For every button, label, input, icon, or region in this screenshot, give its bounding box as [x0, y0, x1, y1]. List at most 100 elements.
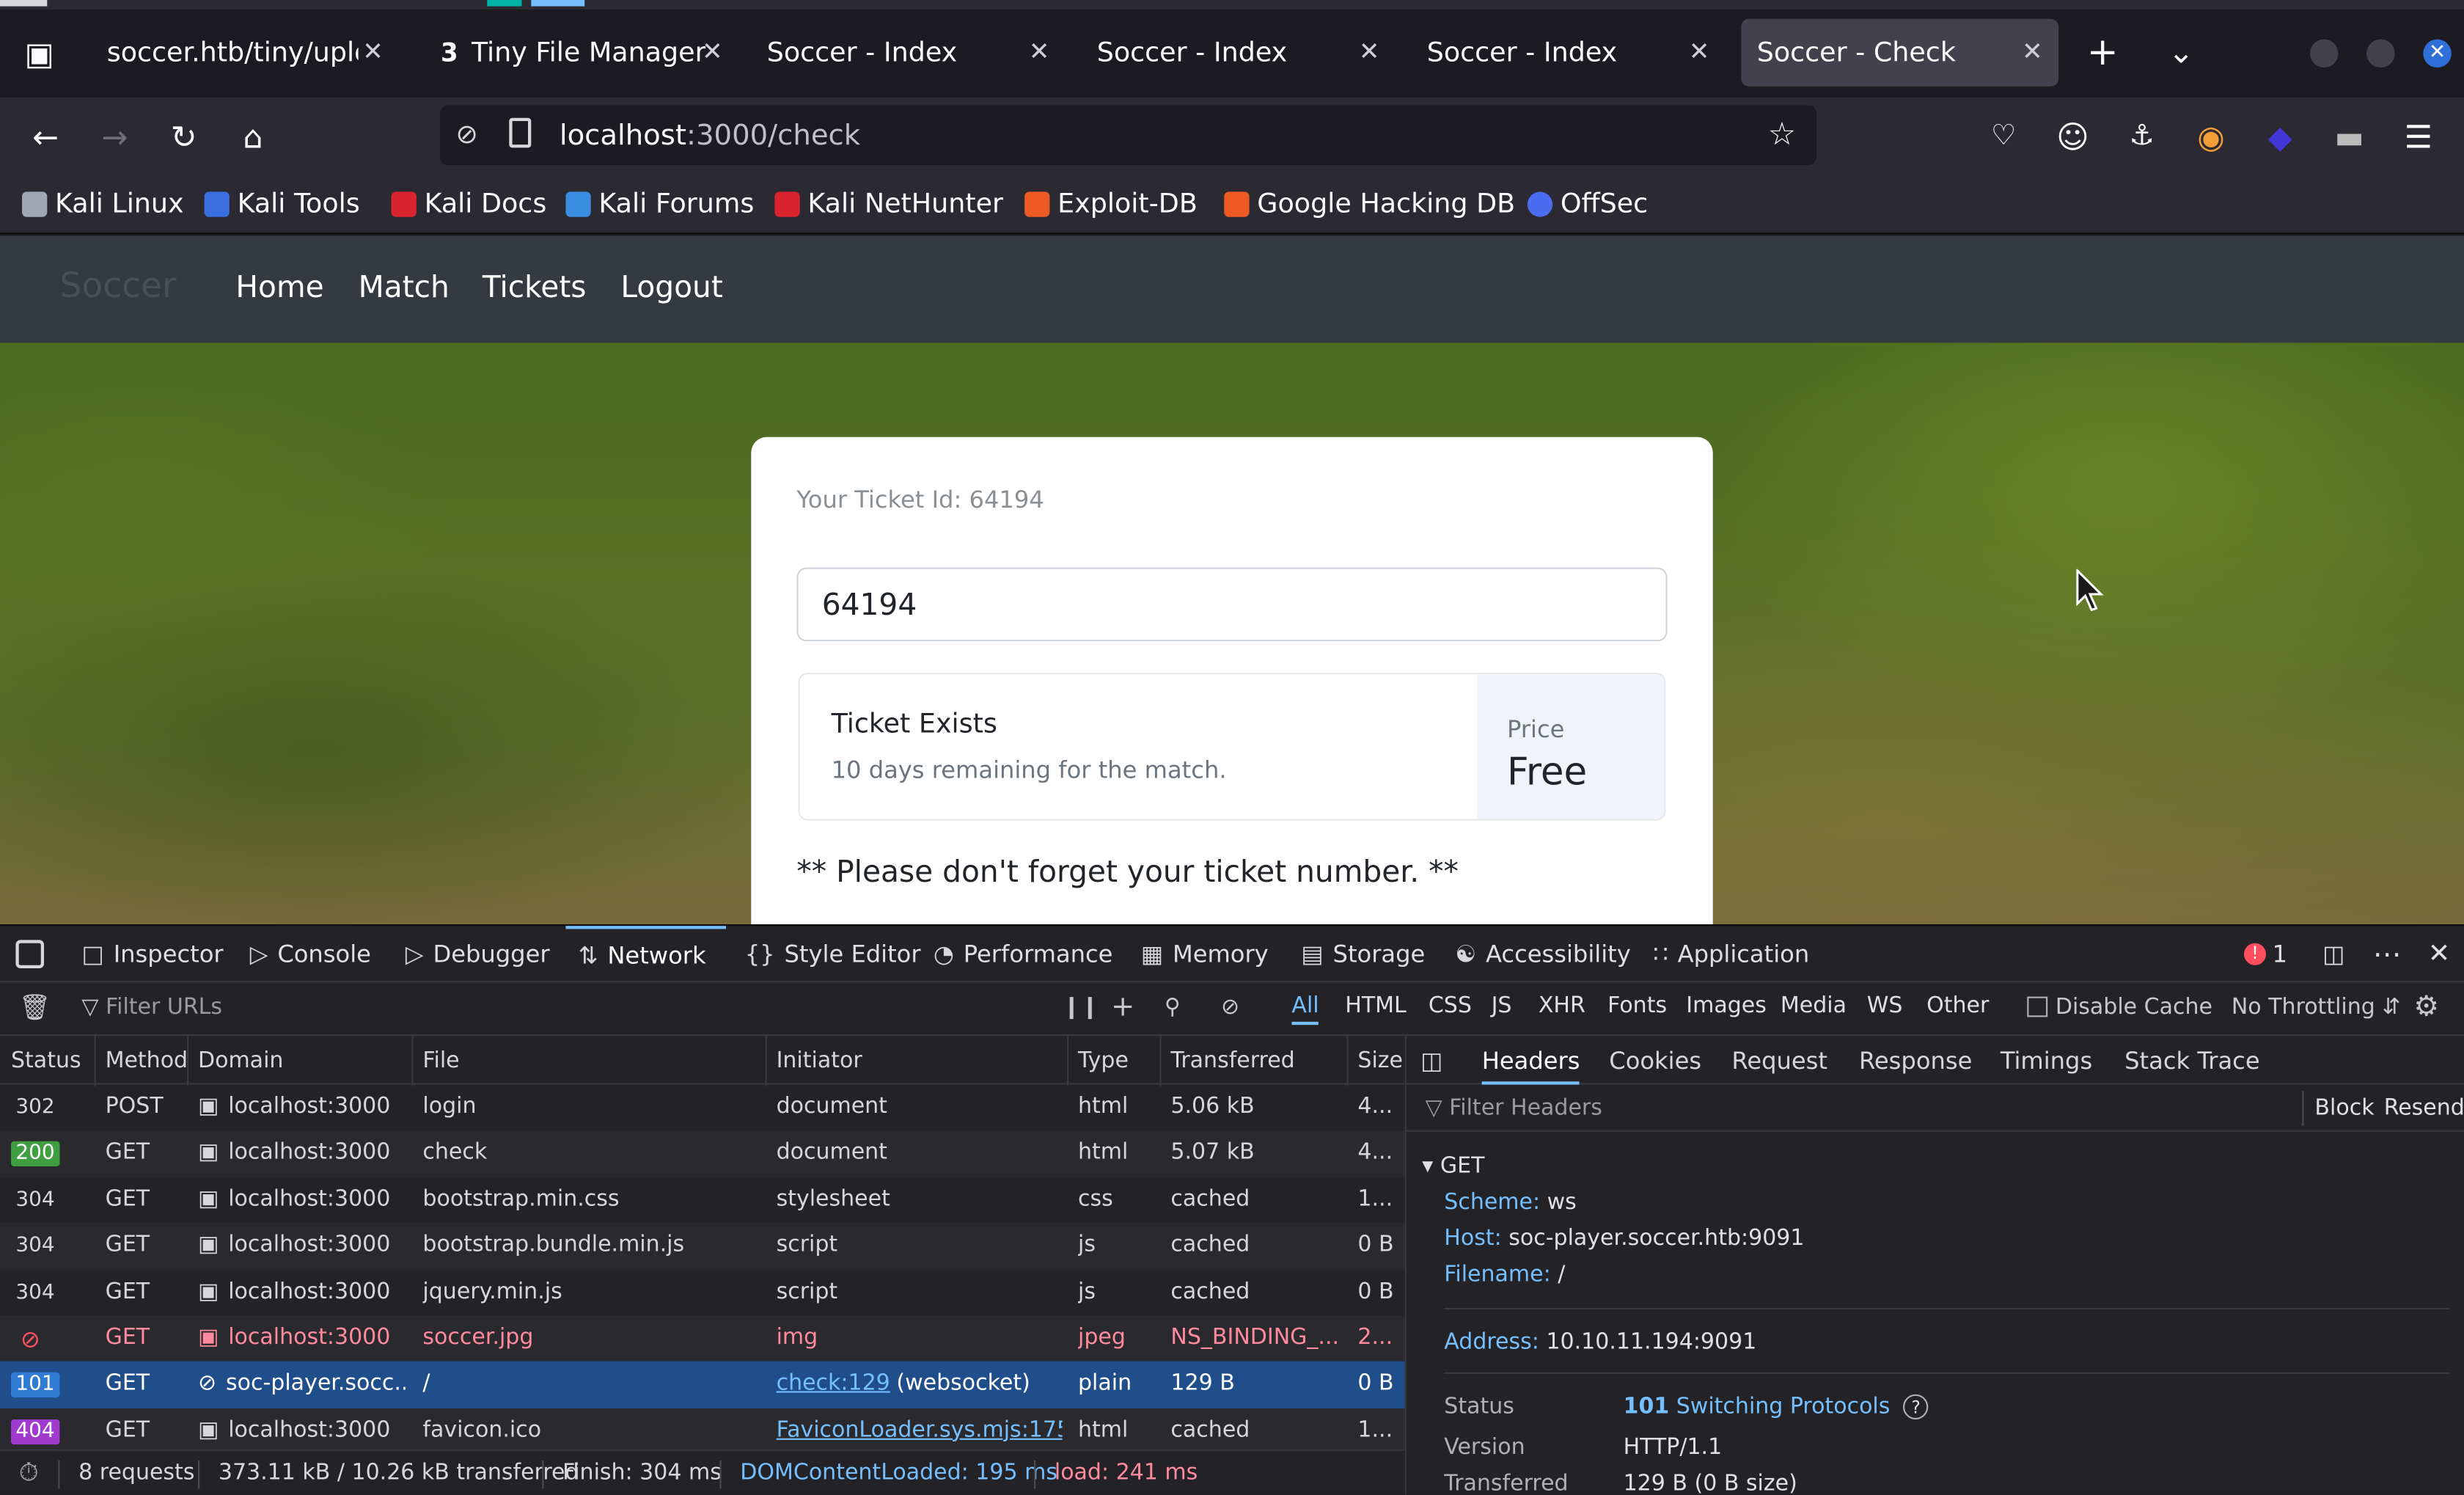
bookmark-kali-forums[interactable]: Kali Forums: [565, 189, 754, 220]
col-initiator[interactable]: Initiator: [777, 1048, 862, 1073]
throttling-select[interactable]: No Throttling ⇵: [2232, 995, 2401, 1020]
filter-media[interactable]: Media: [1781, 993, 1847, 1018]
extension-foxyproxy-icon[interactable]: ◉: [2190, 118, 2232, 156]
close-tab-icon[interactable]: ✕: [1689, 36, 1710, 67]
filter-headers-input[interactable]: ▽ Filter Headers: [1426, 1096, 1602, 1121]
col-transferred[interactable]: Transferred: [1170, 1048, 1294, 1073]
tracking-protection-icon[interactable]: ⊘: [455, 120, 478, 151]
site-brand[interactable]: Soccer: [59, 267, 176, 307]
bookmark-exploit-db[interactable]: Exploit-DB: [1024, 189, 1198, 220]
table-row[interactable]: 304 GET ▣ localhost:3000 bootstrap.bundle.mi…: [0, 1223, 1405, 1270]
timer-icon[interactable]: ⏱: [19, 1457, 39, 1488]
filter-urls-input[interactable]: ▽ Filter URLs: [81, 995, 222, 1020]
initiator-text[interactable]: check:129: [777, 1371, 890, 1396]
browser-tab-1[interactable]: soccer.htb/tiny/uplo ✕: [91, 19, 399, 87]
tab-list-icon[interactable]: ▣: [19, 34, 60, 72]
url-bar[interactable]: ⊘ localhost:3000/check ☆: [440, 105, 1817, 165]
devtools-tab-network[interactable]: ⇅ Network: [565, 926, 726, 982]
settings-gear-icon[interactable]: ⚙: [2413, 990, 2439, 1023]
bookmark-offsec[interactable]: OffSec: [1527, 189, 1648, 220]
initiator-text[interactable]: FaviconLoader.sys.mjs:175 (...: [777, 1417, 1063, 1442]
filter-xhr[interactable]: XHR: [1539, 993, 1585, 1018]
filter-other[interactable]: Other: [1926, 993, 1989, 1018]
table-row[interactable]: 302 POST ▣ localhost:3000 login document html 5…: [0, 1085, 1405, 1131]
home-icon[interactable]: ⌂: [232, 118, 274, 156]
extensions-icon[interactable]: ⚓: [2122, 118, 2163, 156]
close-tab-icon[interactable]: ✕: [702, 36, 723, 67]
table-row[interactable]: ⊘ GET ▣ localhost:3000 soccer.jpg img jpeg NS_B…: [0, 1315, 1405, 1362]
dock-icon[interactable]: ◫: [2322, 926, 2344, 982]
filter-all[interactable]: All: [1291, 993, 1319, 1026]
col-size[interactable]: Size: [1357, 1048, 1403, 1073]
close-tab-icon[interactable]: ✕: [2022, 36, 2043, 67]
bookmark-star-icon[interactable]: ☆: [1768, 114, 1796, 152]
col-domain[interactable]: Domain: [198, 1048, 283, 1073]
more-options-icon[interactable]: ⋯: [2373, 926, 2402, 982]
devtools-tab-memory[interactable]: ▦ Memory: [1141, 926, 1269, 982]
resend-button[interactable]: Resend: [2384, 1096, 2464, 1121]
account-icon[interactable]: ☺: [2053, 118, 2094, 156]
table-row[interactable]: 200 GET ▣ localhost:3000 check document html 5.…: [0, 1130, 1405, 1177]
close-tab-icon[interactable]: ✕: [1359, 36, 1380, 67]
bookmark-kali-linux[interactable]: Kali Linux: [22, 189, 184, 220]
filter-js[interactable]: JS: [1492, 993, 1512, 1018]
menu-icon[interactable]: ☰: [2398, 118, 2439, 156]
tab-overflow-chevron-icon[interactable]: ⌄: [2163, 33, 2200, 70]
forward-icon[interactable]: →: [95, 118, 136, 156]
col-file[interactable]: File: [422, 1048, 459, 1073]
close-devtools-icon[interactable]: ✕: [2428, 926, 2451, 982]
browser-tab-5[interactable]: Soccer - Index ✕: [1411, 19, 1726, 87]
nav-home[interactable]: Home: [235, 271, 323, 305]
nav-match[interactable]: Match: [359, 271, 450, 305]
nav-logout[interactable]: Logout: [620, 271, 722, 305]
devtools-tab-style-editor[interactable]: {} Style Editor: [745, 926, 921, 982]
close-window-icon[interactable]: ✕: [2423, 39, 2452, 68]
details-tab-response[interactable]: Response: [1859, 1047, 1972, 1075]
close-tab-icon[interactable]: ✕: [362, 36, 384, 67]
nav-tickets[interactable]: Tickets: [483, 271, 587, 305]
bookmark-kali-docs[interactable]: Kali Docs: [391, 189, 546, 220]
devtools-tab-storage[interactable]: ▤ Storage: [1301, 926, 1425, 982]
table-row[interactable]: 101 GET ⊘ soc-player.socc... / check:129 (webs…: [0, 1361, 1405, 1408]
devtools-tab-application[interactable]: ∷ Application: [1653, 926, 1809, 982]
page-info-icon[interactable]: [509, 117, 532, 148]
devtools-tab-debugger[interactable]: ▷ Debugger: [406, 926, 550, 982]
maximize-icon[interactable]: [2366, 39, 2395, 68]
toggle-sidebar-icon[interactable]: ◫: [1420, 1047, 1442, 1075]
bookmark-kali-nethunter[interactable]: Kali NetHunter: [774, 189, 1003, 220]
devtools-tab-console[interactable]: ▷ Console: [250, 926, 371, 982]
devtools-tab-accessibility[interactable]: ☯ Accessibility: [1455, 926, 1630, 982]
extension-hat-icon[interactable]: ▬: [2329, 118, 2370, 156]
details-tab-headers[interactable]: Headers: [1481, 1047, 1580, 1085]
table-row[interactable]: 304 GET ▣ localhost:3000 jquery.min.js script…: [0, 1270, 1405, 1316]
table-row[interactable]: 404 GET ▣ localhost:3000 favicon.ico FaviconL…: [0, 1408, 1405, 1455]
search-icon[interactable]: ⚲: [1165, 995, 1181, 1020]
details-tab-stack-trace[interactable]: Stack Trace: [2124, 1047, 2259, 1075]
ticket-id-input[interactable]: [796, 567, 1668, 642]
back-icon[interactable]: ←: [25, 118, 66, 156]
close-tab-icon[interactable]: ✕: [1029, 36, 1050, 67]
browser-tab-active[interactable]: Soccer - Check ✕: [1741, 18, 2059, 87]
details-tab-timings[interactable]: Timings: [2001, 1047, 2092, 1075]
pause-icon[interactable]: ❙❙: [1063, 995, 1099, 1020]
filter-css[interactable]: CSS: [1429, 993, 1472, 1018]
browser-tab-2[interactable]: 3 Tiny File Manager ✕: [421, 19, 732, 87]
filter-fonts[interactable]: Fonts: [1607, 993, 1667, 1018]
details-tab-request[interactable]: Request: [1731, 1047, 1827, 1075]
reload-icon[interactable]: ↻: [164, 118, 205, 156]
bookmark-google-hacking-db[interactable]: Google Hacking DB: [1224, 189, 1515, 220]
error-counter[interactable]: ! 1: [2244, 926, 2287, 982]
filter-images[interactable]: Images: [1686, 993, 1767, 1018]
filter-ws[interactable]: WS: [1867, 993, 1903, 1018]
devtools-tab-performance[interactable]: ◔ Performance: [934, 926, 1113, 982]
element-picker-icon[interactable]: [15, 940, 44, 968]
pocket-icon[interactable]: ♡: [1983, 118, 2024, 156]
new-tab-icon[interactable]: +: [2083, 33, 2121, 70]
add-icon[interactable]: +: [1111, 990, 1134, 1023]
browser-tab-3[interactable]: Soccer - Index ✕: [751, 19, 1066, 87]
block-button[interactable]: Block: [2314, 1096, 2374, 1121]
table-row[interactable]: 304 GET ▣ localhost:3000 bootstrap.min.css st…: [0, 1177, 1405, 1224]
browser-tab-4[interactable]: Soccer - Index ✕: [1081, 19, 1396, 87]
bookmark-kali-tools[interactable]: Kali Tools: [204, 189, 360, 220]
col-type[interactable]: Type: [1078, 1048, 1129, 1073]
